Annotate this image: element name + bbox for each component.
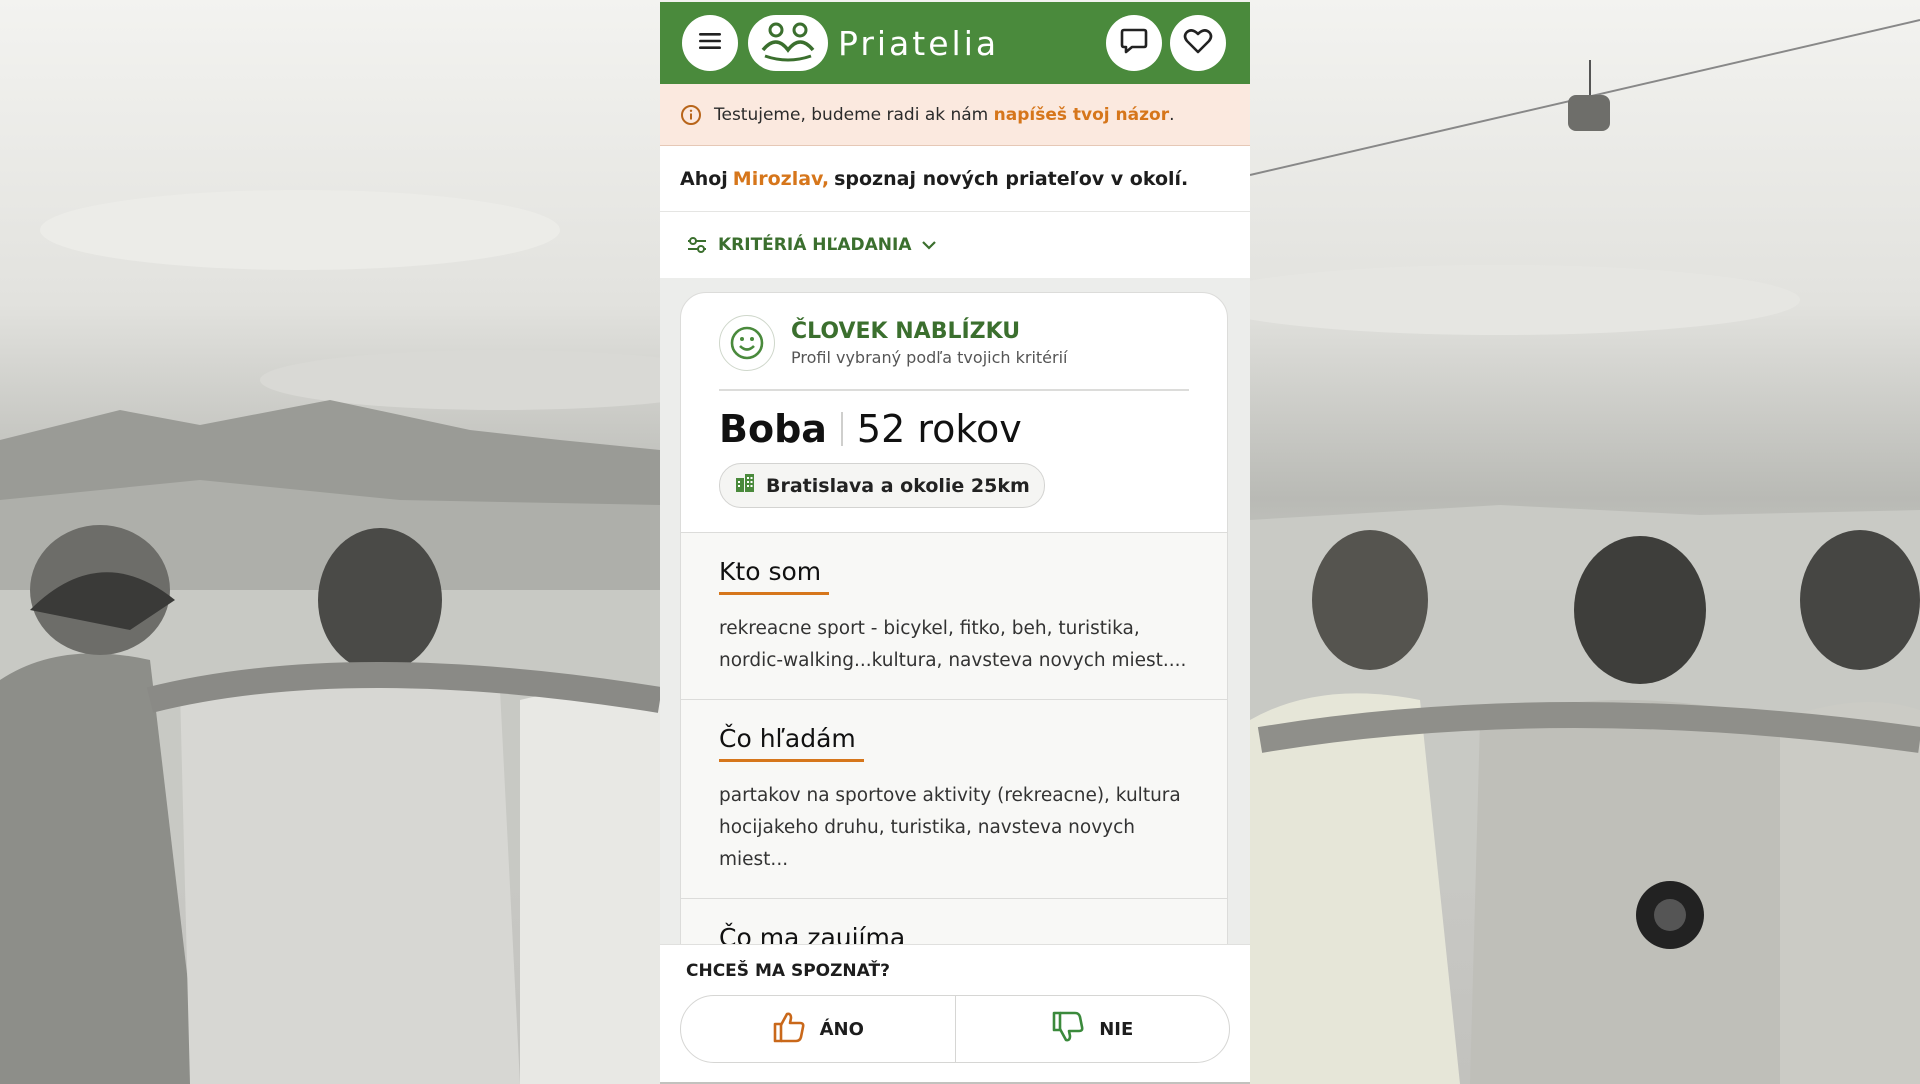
thumbs-up-icon <box>772 1010 806 1049</box>
info-icon <box>680 104 702 126</box>
user-name: Mirozlav, <box>732 167 830 190</box>
top-bar: Priatelia <box>660 2 1250 84</box>
heart-icon <box>1183 27 1213 59</box>
card-title: ČLOVEK NABLÍZKU <box>791 319 1021 344</box>
feedback-link[interactable]: napíšeš tvoj názor <box>994 105 1169 125</box>
profile-card: ČLOVEK NABLÍZKU Profil vybraný podľa tvo… <box>680 292 1228 992</box>
greeting-rest: spoznaj nových priateľov v okolí. <box>834 167 1189 190</box>
messages-button[interactable] <box>1106 15 1162 71</box>
greeting-hello: Ahoj <box>680 167 728 190</box>
brand-name: Priatelia <box>838 23 1000 63</box>
section-text: rekreacne sport - bicykel, fitko, beh, t… <box>719 618 1187 671</box>
yes-label: ÁNO <box>819 1018 864 1040</box>
notice-text-end: . <box>1169 104 1175 125</box>
decision-question: CHCEŠ MA SPOZNAŤ? <box>686 961 890 981</box>
smiley-icon <box>719 315 775 371</box>
person-heading: Boba 52 rokov <box>681 391 1227 451</box>
search-criteria-label: KRITÉRIÁ HĽADANIA <box>718 235 912 255</box>
friends-logo-icon <box>759 20 817 66</box>
yes-button[interactable]: ÁNO <box>681 996 955 1062</box>
decision-buttons: ÁNO NIE <box>680 995 1230 1063</box>
notice-text: Testujeme, budeme radi ak nám <box>714 104 994 125</box>
no-button[interactable]: NIE <box>954 996 1230 1062</box>
card-subtitle: Profil vybraný podľa tvojich kritérií <box>791 348 1068 367</box>
section-about: Kto som rekreacne sport - bicykel, fitko… <box>681 532 1227 699</box>
divider <box>840 412 843 446</box>
chevron-down-icon <box>921 240 937 250</box>
decision-bar: CHCEŠ MA SPOZNAŤ? ÁNO NIE <box>660 944 1250 1082</box>
thumbs-down-icon <box>1051 1010 1085 1049</box>
location-text: Bratislava a okolie 25km <box>766 474 1030 497</box>
logo[interactable] <box>748 15 828 71</box>
card-header: ČLOVEK NABLÍZKU Profil vybraný podľa tvo… <box>681 293 1227 371</box>
building-icon <box>734 472 756 499</box>
sliders-icon <box>686 235 708 255</box>
search-criteria-toggle[interactable]: KRITÉRIÁ HĽADANIA <box>660 212 1250 278</box>
section-looking-for: Čo hľadám partakov na sportove aktivity … <box>681 699 1227 898</box>
favorites-button[interactable] <box>1170 15 1226 71</box>
location-badge: Bratislava a okolie 25km <box>719 463 1045 508</box>
menu-button[interactable] <box>682 15 738 71</box>
person-name: Boba <box>719 407 827 451</box>
feedback-notice: Testujeme, budeme radi ak nám napíšeš tv… <box>660 84 1250 146</box>
section-title: Kto som <box>719 557 830 595</box>
section-title: Čo hľadám <box>719 724 864 762</box>
chat-bubble-icon <box>1119 26 1149 60</box>
person-age: 52 rokov <box>856 407 1022 451</box>
app-column: Priatelia Testujeme, budeme radi ak nám … <box>660 2 1250 1082</box>
no-label: NIE <box>1099 1018 1134 1040</box>
greeting: Ahoj Mirozlav, spoznaj nových priateľov … <box>660 146 1250 212</box>
hamburger-icon <box>697 30 723 56</box>
section-text: partakov na sportove aktivity (rekreacne… <box>719 785 1181 870</box>
